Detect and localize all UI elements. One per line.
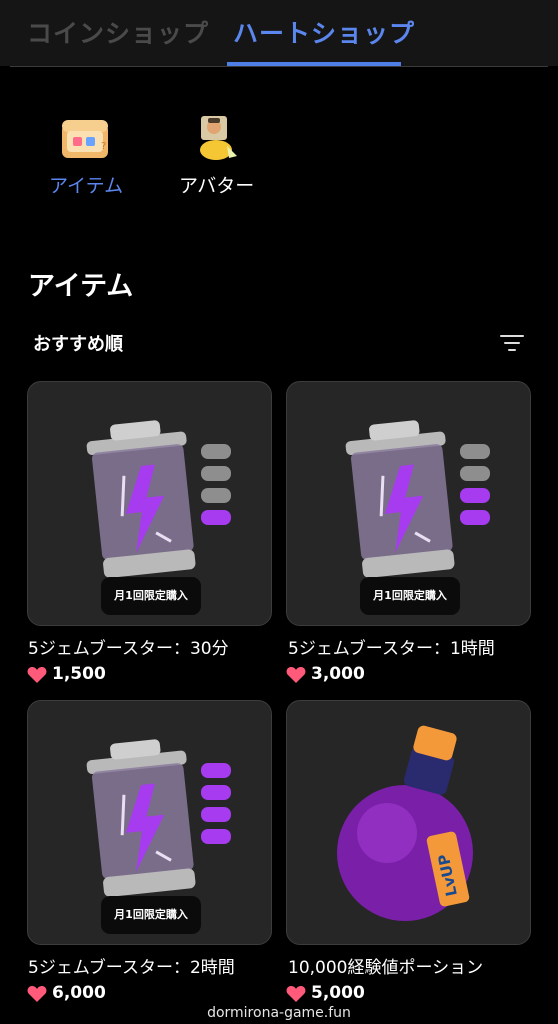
tab-heart-shop[interactable]: ハートショップ: [233, 14, 415, 50]
gem-booster-battery-icon: [86, 420, 231, 578]
level-up-potion-icon: LvUP: [337, 725, 473, 921]
shop-tab-bar: コインショップ ハートショップ: [0, 0, 558, 66]
sort-order-button[interactable]: おすすめ順: [33, 330, 123, 356]
product-name: 5ジェムブースター：30分: [28, 639, 229, 659]
tab-coin-shop[interactable]: コインショップ: [27, 14, 209, 50]
svg-text:?: ?: [101, 141, 106, 152]
heart-icon: [27, 986, 47, 1002]
category-avatar[interactable]: アバター: [175, 112, 260, 197]
product-price: 6,000: [52, 983, 106, 1003]
watermark-text: dormirona-game.fun: [207, 1005, 351, 1021]
product-card-booster-30m[interactable]: 月1回限定購入: [27, 381, 272, 626]
heart-icon: [286, 667, 306, 683]
avatar-character-icon: [200, 116, 237, 160]
heart-icon: [27, 667, 47, 683]
gem-booster-battery-icon: [345, 420, 490, 578]
product-price: 1,500: [52, 664, 106, 684]
gem-booster-battery-icon: [86, 739, 231, 897]
product-name: 10,000経験値ポーション: [288, 958, 484, 978]
monthly-limit-badge: 月1回限定購入: [101, 896, 201, 934]
product-card-booster-2h[interactable]: 月1回限定購入: [27, 700, 272, 945]
item-box-icon: ?: [62, 120, 108, 158]
category-items-label: アイテム: [49, 175, 124, 197]
product-card-exp-potion[interactable]: LvUP: [286, 700, 531, 945]
heart-icon: [286, 986, 306, 1002]
product-name: 5ジェムブースター：1時間: [288, 639, 495, 659]
category-items[interactable]: ? アイテム: [45, 112, 130, 197]
monthly-limit-badge: 月1回限定購入: [360, 577, 460, 615]
product-card-booster-1h[interactable]: 月1回限定購入: [286, 381, 531, 626]
section-title: アイテム: [28, 271, 134, 302]
product-price: 3,000: [311, 664, 365, 684]
category-avatar-label: アバター: [179, 175, 255, 197]
product-name: 5ジェムブースター：2時間: [28, 958, 235, 978]
tab-divider: [10, 66, 548, 67]
product-price: 5,000: [311, 983, 365, 1003]
filter-icon[interactable]: [500, 335, 524, 353]
monthly-limit-badge: 月1回限定購入: [101, 577, 201, 615]
